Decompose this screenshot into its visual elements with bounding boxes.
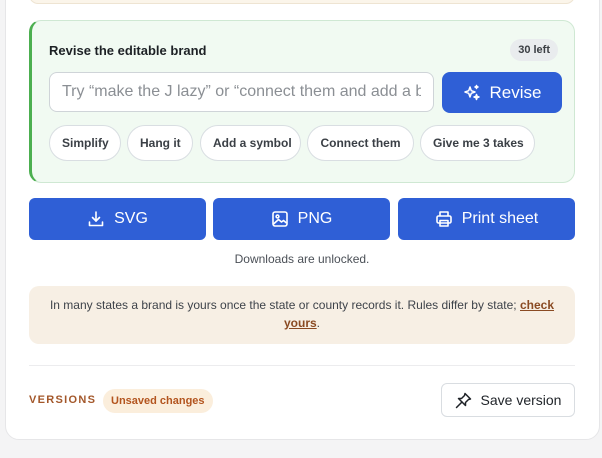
- notice-text: In many states a brand is yours once the…: [49, 298, 517, 312]
- revise-panel: Revise the editable brand 30 left Revise…: [29, 20, 575, 183]
- unsaved-changes-badge: Unsaved changes: [103, 389, 213, 413]
- image-icon: [271, 210, 289, 228]
- download-svg-button[interactable]: SVG: [29, 198, 206, 240]
- downloads-status-note: Downloads are unlocked.: [234, 252, 370, 266]
- print-sheet-button[interactable]: Print sheet: [398, 198, 575, 240]
- chip-connect-them[interactable]: Connect them: [307, 125, 414, 161]
- notice-suffix: .: [316, 316, 321, 330]
- revise-button-label: Revise: [489, 82, 542, 102]
- revise-panel-title: Revise the editable brand: [49, 43, 207, 58]
- download-icon: [87, 210, 105, 228]
- download-png-label: PNG: [297, 210, 333, 227]
- brand-registration-notice: In many states a brand is yours once the…: [29, 286, 575, 344]
- save-version-label: Save version: [480, 392, 562, 408]
- download-png-button[interactable]: PNG: [213, 198, 390, 240]
- versions-heading: VERSIONS: [29, 394, 97, 406]
- printer-icon: [435, 210, 453, 228]
- chip-hang-it[interactable]: Hang it: [127, 125, 193, 161]
- revisions-left-badge: 30 left: [510, 39, 558, 61]
- revise-prompt-input[interactable]: [49, 72, 434, 112]
- previous-section-box: [29, 0, 575, 4]
- sparkles-icon: [463, 84, 481, 102]
- revise-button[interactable]: Revise: [442, 72, 562, 113]
- chip-give-me-3-takes[interactable]: Give me 3 takes: [420, 125, 535, 161]
- download-svg-label: SVG: [114, 210, 148, 227]
- print-sheet-label: Print sheet: [461, 210, 539, 227]
- chip-add-a-symbol[interactable]: Add a symbol: [200, 125, 301, 161]
- save-version-button[interactable]: Save version: [441, 383, 575, 417]
- section-divider: [29, 365, 575, 366]
- chip-simplify[interactable]: Simplify: [49, 125, 121, 161]
- pin-icon: [455, 392, 472, 409]
